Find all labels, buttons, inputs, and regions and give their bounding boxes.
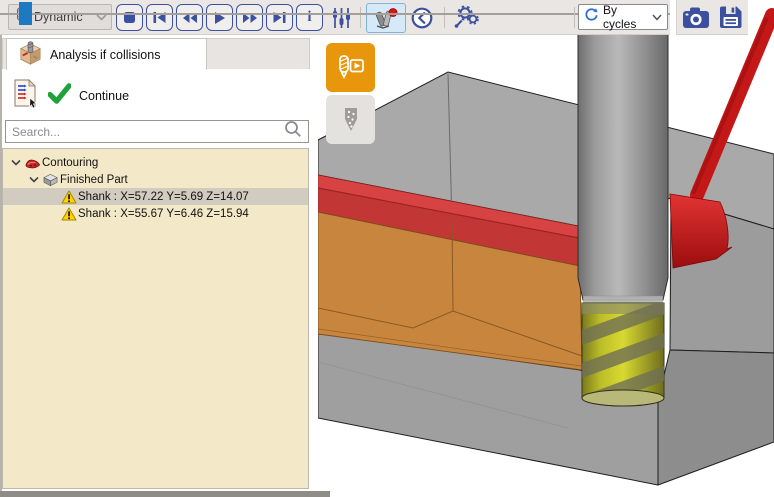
collision-warning-icon <box>59 190 78 204</box>
play-button[interactable] <box>206 4 233 31</box>
search-input[interactable] <box>12 125 284 139</box>
tree-row-label: Shank : X=55.67 Y=6.46 Z=15.94 <box>78 208 249 220</box>
stop-button[interactable] <box>116 4 143 31</box>
tree-row-label: Shank : X=57.22 Y=5.69 Z=14.07 <box>78 191 249 203</box>
collision-detection-toggle[interactable] <box>366 3 406 33</box>
chevron-down-icon <box>96 8 107 26</box>
simulation-play-mode-button[interactable] <box>326 43 375 92</box>
tree-row-label: Finished Part <box>60 174 128 186</box>
tab-label: Analysis if collisions <box>50 48 160 62</box>
gears-icon <box>453 5 480 29</box>
tab-analysis-of-collisions[interactable]: Analysis if collisions <box>6 38 207 70</box>
cam-simulation-app: { "toolbar": { "mode_dropdown": {"value"… <box>0 0 774 497</box>
rewind-button[interactable] <box>176 4 203 31</box>
collision-warning-icon <box>59 207 78 221</box>
tree-row-label: Contouring <box>42 157 98 169</box>
history-back-icon <box>410 6 434 30</box>
finished-part-icon <box>41 173 60 187</box>
info-icon: i <box>307 9 311 26</box>
speed-settings-icon <box>452 4 480 30</box>
window-bottom-border <box>0 491 330 497</box>
toolbar-separator <box>574 7 575 28</box>
collision-analysis-panel: Analysis if collisions Continue <box>0 34 318 497</box>
tree-row-shank-collision-1[interactable]: Shank : X=57.22 Y=5.69 Z=14.07 <box>3 188 308 205</box>
milling-tool <box>578 0 668 411</box>
tool-tip <box>582 390 664 406</box>
collision-analysis-icon <box>17 39 44 71</box>
info-button[interactable]: i <box>296 4 323 31</box>
step-mode-value: By cycles <box>603 3 648 31</box>
toolbar-main-group: Dynamic i <box>0 0 670 35</box>
collision-report-icon <box>10 78 40 110</box>
toolbar-separator <box>360 7 361 28</box>
tool-shank <box>578 0 668 300</box>
chevron-down-icon <box>652 8 662 26</box>
collision-tree: Contouring Finished Part Shank : X=57.22… <box>2 148 309 489</box>
fast-forward-button[interactable] <box>236 4 263 31</box>
machining-3d-viewport[interactable] <box>318 0 774 497</box>
tool-display-mode-button[interactable] <box>326 95 375 144</box>
toolbar-capture-group <box>676 0 748 35</box>
collision-actions-row: Continue <box>10 76 129 116</box>
green-check-icon <box>48 83 71 109</box>
cycle-refresh-icon <box>584 7 599 27</box>
collision-report-button[interactable] <box>10 78 40 115</box>
tool-play-icon <box>335 52 367 84</box>
toolbar-separator <box>444 7 445 28</box>
speed-slider-track[interactable] <box>0 13 670 15</box>
tree-row-shank-collision-2[interactable]: Shank : X=55.67 Y=6.46 Z=15.94 <box>3 205 308 222</box>
tool-dots-icon <box>335 104 367 136</box>
speed-slider-handle[interactable] <box>19 2 32 25</box>
skip-to-start-button[interactable] <box>146 4 173 31</box>
skip-to-end-button[interactable] <box>266 4 293 31</box>
tree-row-finished-part[interactable]: Finished Part <box>3 171 308 188</box>
continue-button[interactable]: Continue <box>79 89 129 103</box>
camera-icon <box>681 6 711 30</box>
screenshot-button[interactable] <box>680 4 712 31</box>
save-button[interactable] <box>715 4 745 31</box>
chevron-down-icon[interactable] <box>9 159 23 166</box>
panel-tab-bar: Analysis if collisions <box>2 38 310 69</box>
collision-icon <box>373 6 399 30</box>
chevron-down-icon[interactable] <box>27 176 41 183</box>
window-left-border <box>0 34 2 497</box>
simulation-history-button[interactable] <box>408 4 436 31</box>
contouring-operation-icon <box>23 156 42 170</box>
step-mode-dropdown[interactable]: By cycles <box>578 4 668 30</box>
simulation-settings-button[interactable] <box>326 4 356 31</box>
equalizer-icon <box>329 6 353 30</box>
tree-row-contouring[interactable]: Contouring <box>3 154 308 171</box>
simulation-toolbar: Dynamic i <box>0 0 774 34</box>
save-floppy-icon <box>718 5 743 30</box>
search-icon[interactable] <box>284 120 302 143</box>
search-box <box>5 120 309 143</box>
